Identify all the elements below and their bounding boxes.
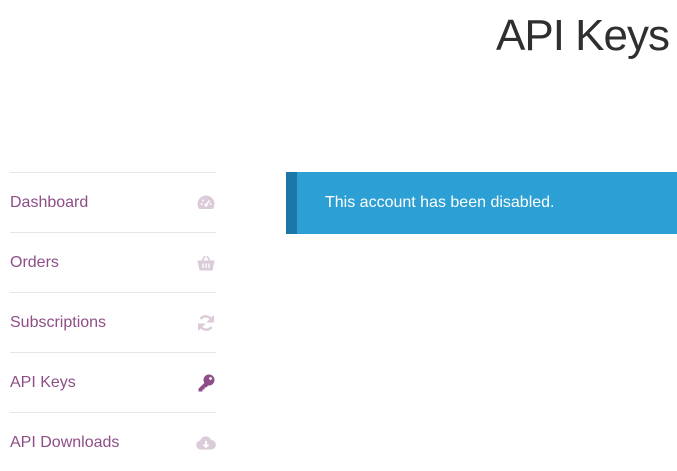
sidebar-item-api-keys[interactable]: API Keys [10,353,216,413]
page: API Keys Dashboard Orders Subscriptions … [0,0,677,471]
sidebar-item-label: Subscriptions [10,313,107,331]
dashboard-gauge-icon [196,193,216,213]
sidebar-item-label: API Downloads [10,433,120,451]
sidebar-item-subscriptions[interactable]: Subscriptions [10,293,216,353]
page-title: API Keys [496,11,670,60]
cloud-download-icon [196,433,216,453]
refresh-icon [196,313,216,333]
sidebar-item-label: Dashboard [10,193,89,211]
notice-message: This account has been disabled. [325,194,555,211]
account-disabled-notice: This account has been disabled. [286,172,677,234]
sidebar-item-label: API Keys [10,373,76,391]
sidebar-item-orders[interactable]: Orders [10,233,216,293]
key-icon [196,373,216,393]
sidebar-item-dashboard[interactable]: Dashboard [10,173,216,233]
basket-icon [196,253,216,273]
sidebar-item-api-downloads[interactable]: API Downloads [10,413,216,471]
account-navigation: Dashboard Orders Subscriptions API Keys … [10,172,216,471]
sidebar-item-label: Orders [10,253,59,271]
